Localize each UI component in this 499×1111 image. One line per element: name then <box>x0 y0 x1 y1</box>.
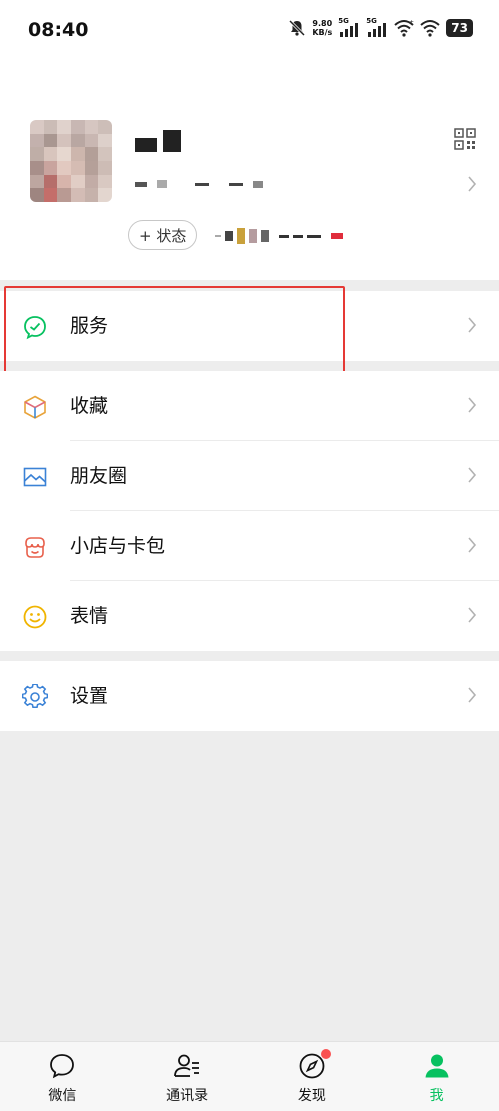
menu-label-stickers: 表情 <box>70 605 109 627</box>
status-bar: 08:40 9.80 KB/s 5G 5G + 73 <box>0 0 499 60</box>
chat-bubble-icon <box>50 1054 75 1079</box>
avatar[interactable] <box>30 120 112 202</box>
chevron-right-icon <box>468 176 477 192</box>
net-speed-unit: KB/s <box>312 28 333 37</box>
contacts-icon <box>174 1054 200 1077</box>
chevron-right-icon <box>468 607 477 623</box>
menu-label-shop-cards: 小店与卡包 <box>70 535 166 557</box>
nickname-redacted <box>135 130 181 152</box>
tab-chats[interactable]: 微信 <box>0 1042 125 1111</box>
svg-text:+: + <box>409 19 414 26</box>
menu-item-stickers[interactable]: 表情 <box>0 581 499 651</box>
menu-item-settings[interactable]: 设置 <box>0 661 499 731</box>
tab-label-chats: 微信 <box>48 1088 77 1104</box>
net-speed: 9.80 KB/s <box>312 19 332 37</box>
menu-item-shop-cards[interactable]: 小店与卡包 <box>0 511 499 581</box>
wifi-icon <box>420 20 440 37</box>
gear-icon <box>22 684 48 708</box>
wifi-hotspot-icon: + <box>394 19 414 37</box>
tab-label-me: 我 <box>429 1088 444 1104</box>
shop-icon <box>25 537 45 558</box>
tab-discover[interactable]: 发现 <box>250 1042 375 1111</box>
notification-dot <box>320 1049 331 1059</box>
tab-me[interactable]: 我 <box>374 1042 499 1111</box>
status-button-label: + 状态 <box>139 226 187 245</box>
net-speed-value: 9.80 <box>312 19 333 28</box>
tab-label-discover: 发现 <box>297 1088 326 1104</box>
status-time: 08:40 <box>28 19 89 41</box>
wechat-id-redacted <box>135 180 263 188</box>
friend-status-redacted <box>215 228 343 244</box>
menu-label-moments: 朋友圈 <box>70 465 128 487</box>
profile-header[interactable]: + 状态 <box>0 60 499 280</box>
favorites-cube-icon <box>24 395 46 419</box>
chevron-right-icon <box>468 317 477 333</box>
tab-contacts[interactable]: 通讯录 <box>125 1042 250 1111</box>
qr-code-icon[interactable] <box>453 127 477 151</box>
signal-bars-icon <box>368 23 387 37</box>
status-icons: 9.80 KB/s 5G 5G + 73 <box>288 18 473 38</box>
settings-group: 设置 <box>0 661 499 731</box>
chevron-right-icon <box>468 537 477 553</box>
person-icon <box>425 1054 449 1078</box>
signal-bars-icon <box>340 23 359 37</box>
menu-item-moments[interactable]: 朋友圈 <box>0 441 499 511</box>
menu-item-services[interactable]: 服务 <box>0 291 499 361</box>
bell-muted-icon <box>289 19 306 37</box>
add-status-button[interactable]: + 状态 <box>128 220 198 250</box>
compass-wrapper <box>297 1049 331 1081</box>
smiley-icon <box>23 605 47 629</box>
features-group: 收藏 朋友圈 小店与卡包 表情 <box>0 371 499 651</box>
bottom-tab-bar: 微信 通讯录 发现 我 <box>0 1041 499 1111</box>
moments-image-icon <box>23 467 47 487</box>
menu-label-settings: 设置 <box>70 685 109 707</box>
signal-1: 5G <box>338 18 360 38</box>
menu-label-services: 服务 <box>70 315 109 337</box>
battery-level: 73 <box>446 19 473 37</box>
chevron-right-icon <box>468 397 477 413</box>
signal-2: 5G <box>366 18 388 38</box>
menu-label-favorites: 收藏 <box>70 395 109 417</box>
chevron-right-icon <box>468 687 477 703</box>
chevron-right-icon <box>468 467 477 483</box>
services-group: 服务 <box>0 291 499 361</box>
menu-item-favorites[interactable]: 收藏 <box>0 371 499 441</box>
services-icon <box>24 316 46 340</box>
tab-label-contacts: 通讯录 <box>166 1088 209 1104</box>
